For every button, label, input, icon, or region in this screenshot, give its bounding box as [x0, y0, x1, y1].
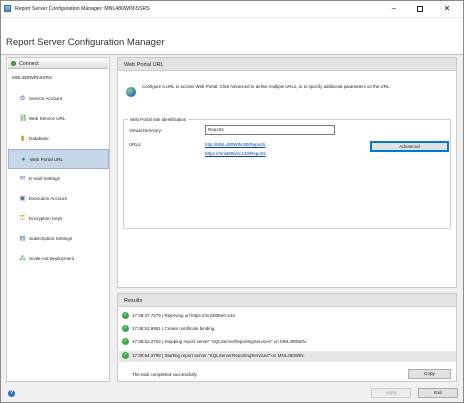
virtual-directory-label: Virtual Directory:	[129, 128, 163, 133]
result-row: ✓ 17:39:54.3798 | Starting report server…	[119, 351, 456, 362]
results-title: Results	[124, 298, 143, 304]
web-service-url-icon: ⛓	[19, 115, 28, 122]
scale-out-icon: ⁂	[19, 255, 26, 262]
sidebar-item-scale-out-deployment[interactable]: ⁂ Scale-out Deployment	[8, 249, 109, 269]
sidebar-item-web-service-url[interactable]: ⛓ Web Service URL	[8, 109, 109, 129]
service-account-icon: ⚙	[19, 95, 26, 102]
result-row: ✓ 17:39:53.2763 | Stopping report server…	[119, 337, 456, 348]
sidebar-item-email-settings[interactable]: ✉ E-mail Settings	[8, 169, 109, 189]
section-header: Web Portal URL	[118, 58, 456, 71]
minimize-icon: –	[391, 4, 397, 13]
result-row: ✓ 17:39:52.9951 | Create certificate bin…	[119, 324, 456, 335]
success-check-icon: ✓	[122, 325, 129, 332]
sidebar-item-label: Database	[29, 136, 49, 141]
window-title: Report Server Configuration Manager: MNL…	[15, 6, 150, 12]
maximize-icon	[417, 5, 423, 12]
virtual-directory-input[interactable]: Reports	[205, 125, 335, 135]
success-check-icon: ✓	[122, 312, 129, 319]
sidebar-item-database[interactable]: ▮ Database	[8, 129, 109, 149]
task-status-text: The task completed successfully.	[132, 372, 198, 377]
url-link-https[interactable]: https://mnl480win:443/Reports	[205, 151, 266, 156]
close-button[interactable]: ✕	[434, 1, 460, 17]
result-text: 17:39:47.7279 | Rejerving url https://mn…	[132, 313, 235, 318]
server-instance-name: MNL480WIN\SSRS	[12, 75, 53, 80]
results-panel: Results ✓ 17:39:47.7279 | Rejerving url …	[117, 293, 457, 382]
copy-button[interactable]: Copy	[408, 369, 451, 379]
page-title: Report Server Configuration Manager	[6, 37, 165, 48]
result-text: 17:39:54.3798 | Starting report server "…	[132, 353, 305, 358]
app-icon	[4, 5, 11, 12]
url-link-http[interactable]: http://MNL480WIN:80/Reports	[205, 142, 265, 147]
web-portal-url-panel: Web Portal URL Configure a URL to access…	[117, 57, 457, 288]
connect-button[interactable]: Connect	[8, 59, 108, 69]
header-divider	[1, 54, 463, 55]
urls-label: URLs:	[129, 142, 142, 147]
globe-icon	[126, 87, 136, 97]
success-check-icon: ✓	[122, 338, 129, 345]
sidebar-item-label: Execution Account	[29, 196, 67, 201]
section-title: Web Portal URL	[124, 62, 164, 68]
connect-icon	[11, 61, 16, 66]
site-identification-group: Web Portal Site Identification Virtual D…	[123, 117, 451, 229]
group-label: Web Portal Site Identification	[128, 117, 189, 122]
sidebar-item-encryption-keys[interactable]: ⚿ Encryption Keys	[8, 209, 109, 229]
sidebar-item-label: Web Service URL	[29, 116, 66, 121]
sidebar-item-label: Service Account	[29, 96, 62, 101]
results-header: Results	[118, 294, 456, 307]
email-icon: ✉	[19, 175, 26, 182]
sidebar-item-label: Subscription Settings	[29, 236, 73, 241]
subscription-settings-icon: ▤	[19, 235, 26, 242]
sidebar-item-service-account[interactable]: ⚙ Service Account	[8, 89, 109, 109]
sidebar-item-subscription-settings[interactable]: ▤ Subscription Settings	[8, 229, 109, 249]
apply-button[interactable]: Apply	[371, 388, 411, 398]
sidebar-item-web-portal-url[interactable]: ● Web Portal URL	[8, 149, 109, 169]
success-check-icon: ✓	[122, 352, 129, 359]
execution-account-icon: ▣	[19, 195, 26, 202]
result-text: 17:39:52.9951 | Create certificate bindi…	[132, 326, 216, 331]
sidebar-item-label: Scale-out Deployment	[29, 256, 75, 261]
database-icon: ▮	[20, 135, 25, 142]
sidebar-item-label: Web Portal URL	[30, 157, 64, 162]
sidebar: Connect MNL480WIN\SSRS ⚙ Service Account…	[6, 57, 110, 382]
connect-label: Connect	[19, 61, 39, 67]
section-description: Configure a URL to access Web Portal. Cl…	[142, 84, 391, 89]
exit-button[interactable]: Exit	[418, 388, 458, 398]
result-text: 17:39:53.2763 | Stopping report server "…	[132, 339, 307, 344]
encryption-keys-icon: ⚿	[20, 215, 25, 222]
maximize-button[interactable]	[407, 1, 433, 17]
sidebar-item-label: Encryption Keys	[29, 216, 63, 221]
result-row: ✓ 17:39:47.7279 | Rejerving url https://…	[119, 311, 456, 322]
close-icon: ✕	[443, 4, 451, 13]
header-banner: Report Server Configuration Manager	[1, 18, 463, 55]
sidebar-item-execution-account[interactable]: ▣ Execution Account	[8, 189, 109, 209]
config-manager-window: Report Server Configuration Manager: MNL…	[0, 0, 464, 403]
sidebar-item-label: E-mail Settings	[29, 176, 60, 181]
minimize-button[interactable]: –	[381, 1, 407, 17]
help-icon[interactable]: ?	[8, 390, 15, 397]
web-portal-url-icon: ●	[21, 156, 26, 163]
title-bar: Report Server Configuration Manager: MNL…	[1, 1, 463, 18]
advanced-button[interactable]: Advanced	[370, 141, 449, 152]
